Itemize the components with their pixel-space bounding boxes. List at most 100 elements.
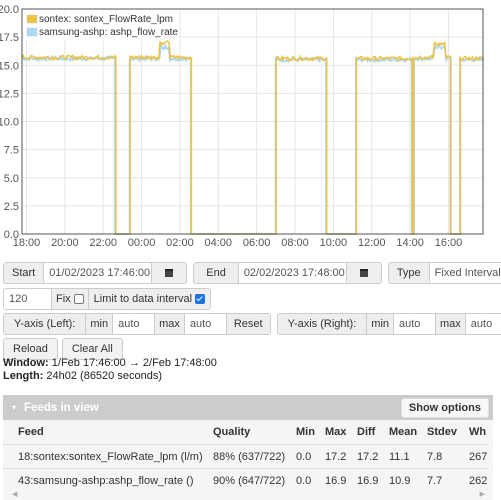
cell-mean: 11.1: [389, 444, 427, 469]
cell-feed[interactable]: 18:sontex:sontex_FlowRate_lpm (l/m): [3, 444, 213, 469]
x-tick-label: 00:00: [128, 237, 156, 249]
col-stdev: Stdev: [427, 426, 457, 438]
left-min-input[interactable]: auto: [113, 314, 156, 334]
type-select-value: Fixed Interval: [434, 267, 501, 279]
x-tick-label: 22:00: [89, 237, 117, 249]
left-min-label: min: [86, 314, 114, 334]
end-label: End: [194, 263, 239, 283]
y-tick-label: 2.5: [4, 201, 19, 213]
col-mean: Mean: [389, 426, 418, 438]
y-tick-label: 12.5: [0, 88, 19, 100]
window-value: 1/Feb 17:46:00 → 2/Feb 17:48:00: [51, 357, 217, 369]
y-axis-left-label: Y-axis (Left):: [4, 314, 87, 334]
left-max-input[interactable]: auto: [184, 314, 227, 334]
flow-rate-chart[interactable]: 0.02.55.07.510.012.515.017.520.0 18:00 20…: [0, 0, 501, 252]
horizontal-scrollbar[interactable]: ◀ ▶: [3, 490, 493, 498]
cell-quality: 90% (647/722): [213, 468, 296, 492]
y-tick-label: 5.0: [4, 173, 19, 185]
cell-min: 0.0: [296, 444, 325, 469]
y-axis-left-group: Y-axis (Left): min auto max auto Reset: [3, 313, 271, 335]
x-tick-label: 12:00: [358, 237, 386, 249]
table-header-row: Feed Quality Min Max Diff Mean Stdev Wh: [3, 420, 489, 445]
table-row[interactable]: 43:samsung-ashp:ashp_flow_rate () 90% (6…: [3, 468, 489, 492]
show-options-button[interactable]: Show options: [400, 398, 489, 418]
x-axis-ticks: 18:00 20:00 22:00 00:00 02:00 04:00 06:00 08:00…: [13, 237, 463, 249]
col-feed: Feed: [18, 426, 44, 438]
left-max-label: max: [155, 314, 185, 334]
feeds-table: Feed Quality Min Max Diff Mean Stdev Wh …: [3, 420, 489, 492]
right-max-input[interactable]: auto: [465, 314, 501, 334]
feeds-table-container: Feed Quality Min Max Diff Mean Stdev Wh …: [3, 420, 493, 500]
start-group: Start 01/02/2023 17:46:00: [3, 262, 188, 284]
feeds-title: Feeds in view: [24, 401, 99, 414]
chart-series: [21, 39, 484, 235]
cell-diff: 17.2: [357, 444, 389, 469]
cell-stdev: 7.8: [427, 444, 469, 469]
start-label: Start: [4, 263, 45, 283]
cell-stdev: 7.7: [427, 468, 469, 492]
cell-feed[interactable]: 43:samsung-ashp:ashp_flow_rate (): [3, 468, 213, 492]
col-wh: Wh: [469, 426, 487, 438]
scroll-right-icon[interactable]: ▶: [480, 490, 485, 498]
fix-checkbox[interactable]: [73, 294, 84, 304]
cell-diff: 16.9: [357, 468, 389, 492]
scroll-left-icon[interactable]: ◀: [12, 490, 17, 498]
right-min-input[interactable]: auto: [394, 314, 437, 334]
collapse-caret-icon: ▾: [12, 403, 17, 412]
y-axis-right-group: Y-axis (Right): min auto max auto Reset: [276, 313, 501, 335]
fix-control[interactable]: Fix: [52, 289, 89, 309]
cell-wh: 267: [469, 444, 489, 469]
series-line-sontex: [21, 39, 484, 235]
end-group: End 02/02/2023 17:48:00: [193, 262, 382, 284]
x-tick-label: 08:00: [281, 237, 309, 249]
interval-row: 120 Fix Limit to data interval: [3, 288, 217, 310]
legend-swatch-sontex: [26, 14, 38, 24]
legend-label-sontex: sontex: sontex_FlowRate_lpm: [39, 14, 173, 25]
limit-label: Limit to data interval: [93, 293, 193, 305]
col-quality: Quality: [213, 426, 251, 438]
col-diff: Diff: [357, 426, 376, 438]
x-tick-label: 16:00: [435, 237, 463, 249]
type-group: Type Fixed Interval ❯: [387, 262, 501, 284]
right-min-label: min: [367, 314, 395, 334]
y-tick-label: 10.0: [0, 117, 19, 129]
cell-min: 0.0: [296, 468, 325, 492]
x-tick-label: 18:00: [13, 237, 41, 249]
length-info: Length: 24h02 (86520 seconds): [3, 370, 162, 382]
end-calendar-button[interactable]: [346, 263, 381, 283]
col-min: Min: [296, 426, 315, 438]
y-axis-ticks: 0.02.55.07.510.012.515.017.520.0: [0, 4, 19, 241]
calendar-icon: [165, 269, 174, 277]
type-label: Type: [388, 263, 430, 283]
limit-control[interactable]: Limit to data interval: [88, 289, 211, 309]
y-tick-label: 15.0: [0, 60, 19, 72]
y-tick-label: 20.0: [0, 4, 19, 16]
length-value: 24h02 (86520 seconds): [46, 370, 162, 382]
interval-input[interactable]: 120: [4, 289, 52, 309]
table-row[interactable]: 18:sontex:sontex_FlowRate_lpm (l/m) 88% …: [3, 444, 489, 469]
x-tick-label: 06:00: [243, 237, 271, 249]
interval-group: 120 Fix Limit to data interval: [3, 288, 212, 310]
cell-wh: 262: [469, 468, 489, 492]
start-input[interactable]: 01/02/2023 17:46:00: [44, 263, 153, 283]
length-label: Length:: [3, 370, 44, 382]
cell-max: 16.9: [325, 468, 357, 492]
window-label: Window:: [3, 357, 49, 369]
chart-legend: sontex: sontex_FlowRate_lpm samsung-ashp…: [24, 11, 178, 41]
limit-checkbox[interactable]: [195, 294, 206, 304]
left-reset-button[interactable]: Reset: [226, 314, 270, 334]
type-select[interactable]: Fixed Interval ❯: [429, 263, 501, 283]
col-max: Max: [325, 426, 347, 438]
x-tick-label: 04:00: [205, 237, 233, 249]
end-input[interactable]: 02/02/2023 17:48:00: [238, 263, 347, 283]
cell-quality: 88% (637/722): [213, 444, 296, 469]
x-tick-label: 20:00: [51, 237, 79, 249]
start-calendar-button[interactable]: [152, 263, 187, 283]
x-tick-label: 02:00: [166, 237, 194, 249]
calendar-icon: [359, 269, 368, 277]
x-tick-label: 14:00: [396, 237, 424, 249]
feeds-in-view-header[interactable]: ▾ Feeds in view Show options: [3, 395, 493, 420]
x-tick-label: 10:00: [320, 237, 348, 249]
legend-label-ashp: samsung-ashp: ashp_flow_rate: [39, 27, 178, 38]
y-tick-label: 7.5: [4, 145, 19, 157]
